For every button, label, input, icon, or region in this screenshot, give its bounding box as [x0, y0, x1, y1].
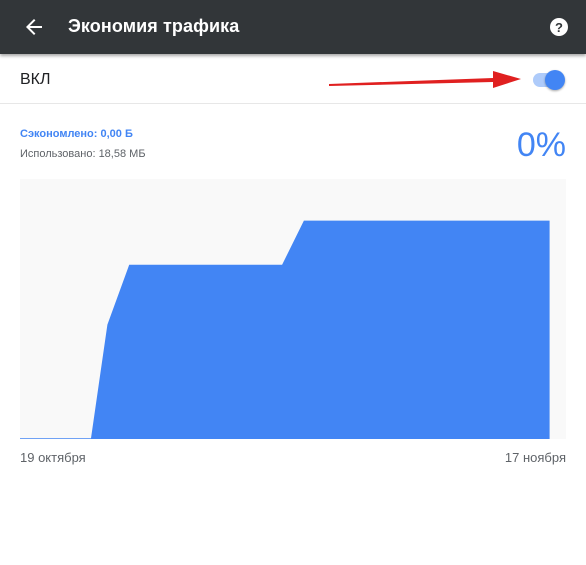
- chart-svg: [20, 220, 550, 439]
- saved-data-text: Сэкономлено: 0,00 Б: [20, 128, 133, 140]
- data-saver-toggle-row[interactable]: ВКЛ: [0, 56, 586, 104]
- svg-text:?: ?: [555, 20, 563, 35]
- savings-percent: 0%: [516, 126, 566, 164]
- data-usage-chart: [20, 179, 566, 439]
- data-saver-switch[interactable]: [533, 70, 565, 90]
- app-bar: Экономия трафика ?: [0, 0, 586, 54]
- arrow-back-icon[interactable]: [22, 15, 46, 39]
- switch-thumb: [545, 70, 565, 90]
- help-icon[interactable]: ?: [549, 17, 569, 37]
- usage-area-series: [20, 220, 550, 439]
- annotation-arrow-icon: [329, 71, 521, 88]
- x-axis-end-label: 17 ноября: [504, 450, 566, 465]
- page-title: Экономия трафика: [68, 16, 240, 36]
- x-axis-start-label: 19 октября: [20, 450, 86, 465]
- used-data-text: Использовано: 18,58 МБ: [20, 148, 146, 160]
- toggle-label: ВКЛ: [20, 71, 51, 88]
